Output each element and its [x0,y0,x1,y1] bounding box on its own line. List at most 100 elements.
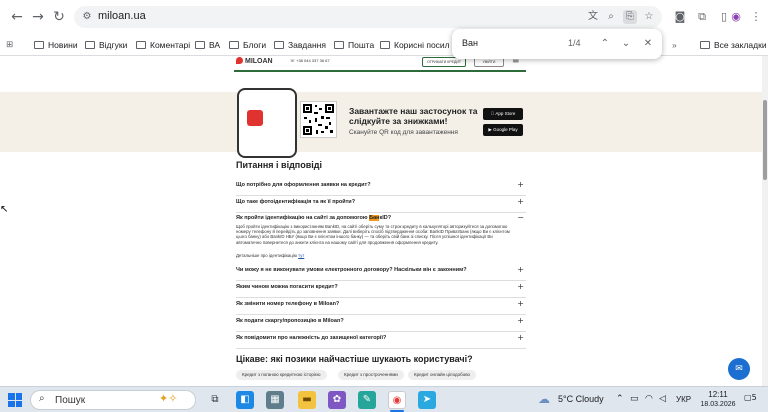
faq-question[interactable]: Що таке фотоідентифікація та як її пройт… [236,197,526,213]
profile-avatar-icon[interactable]: ◉ [728,9,744,25]
faq-question[interactable]: Що потрібно для оформлення заявки на кре… [236,180,526,196]
clock-date[interactable]: 18.03.2026 [696,401,740,408]
bookmark-folder[interactable]: Пошта [334,38,374,52]
windows-start-icon[interactable] [8,393,22,407]
find-next-icon[interactable]: ⌄ [619,37,633,51]
expand-icon[interactable]: + [517,333,524,342]
battery-icon[interactable]: ▭ [630,394,639,404]
faq-question[interactable]: Як змінити номер телефону в Miloan? + [236,299,526,315]
folder-icon [380,41,390,49]
copilot-app-icon[interactable]: ✿ [328,391,346,409]
bookmark-folder[interactable]: Корисні посилання [380,38,450,52]
back-icon[interactable]: ← [8,8,26,26]
faq-question[interactable]: Чи можу я не виконувати умови електронно… [236,265,526,281]
chat-widget-icon[interactable]: ✉ [728,358,750,380]
folder-icon [136,41,146,49]
mouse-cursor-icon: ↖ [0,204,9,215]
web-page: MILOAN ☏ +38 044 337 36 67 ОТРИМАТИ КРЕД… [0,56,768,386]
expand-icon[interactable]: + [517,197,524,206]
logo-mark-icon [236,57,243,64]
cloud-icon[interactable]: ☁ [538,392,550,406]
folder-icon [229,41,239,49]
find-match-count: 1/4 [568,38,581,48]
banner-subtitle: Скануйте QR код для завантаження [349,129,458,136]
folder-icon [274,41,284,49]
windows-taskbar: ⌕ Пошук ✦✧ ⧉ ◧ ▦ ▬ ✿ ✎ ◉ ➤ ☁ 5°C Cloudy … [0,386,768,412]
extensions-icon[interactable]: ⧉ [694,9,710,25]
expand-icon[interactable]: + [517,299,524,308]
menu-dots-icon[interactable]: ⋮ [748,9,764,25]
collapse-icon[interactable]: − [517,213,524,222]
phone-mockup-image [237,88,297,158]
folder-icon [334,41,344,49]
calculator-app-icon[interactable]: ▦ [266,391,284,409]
bookmark-folder[interactable]: Відгуки [85,38,127,52]
site-logo[interactable]: MILOAN [236,57,273,65]
faq-answer: Щоб пройти ідентифікацію з використанням… [236,224,510,245]
bookmark-folder[interactable]: Блоги [229,38,266,52]
file-explorer-icon[interactable]: ▬ [298,391,316,409]
site-info-icon[interactable]: ⚙ [80,10,94,24]
notes-app-icon[interactable]: ✎ [358,391,376,409]
search-highlight-icon: ✦✧ [159,392,178,405]
screenshot-icon[interactable]: ◙ [672,9,688,25]
folder-icon [700,41,710,49]
more-bookmarks-icon[interactable]: » [672,38,677,52]
find-input[interactable]: Ван [462,38,478,48]
find-in-page-bar: Ван 1/4 ⌃ ⌄ ✕ [452,29,662,59]
folder-icon [85,41,95,49]
tray-overflow-icon[interactable]: ⌃ [616,394,624,404]
apps-grid-icon[interactable]: ⊞ [6,38,13,52]
telegram-app-icon[interactable]: ➤ [418,391,436,409]
google-play-button[interactable]: ▶ Google Play [483,124,523,136]
scroll-thumb[interactable] [763,100,767,180]
bookmark-folder[interactable]: ВА [195,38,220,52]
popular-loans-title: Цікаве: які позики найчастіше шукають ко… [236,354,473,364]
phone-number[interactable]: ☏ +38 044 337 36 67 [290,58,330,63]
faq-title: Питання і відповіді [236,160,322,170]
loan-tag-chip[interactable]: Кредит онлайн цілодобово [408,370,477,380]
faq-question[interactable]: Як повідомити про належність до захищено… [236,333,526,349]
taskbar-search[interactable]: ⌕ Пошук ✦✧ [30,390,196,410]
clock-time[interactable]: 12:11 [700,390,736,399]
volume-icon[interactable]: ◁ [659,394,666,404]
wifi-icon[interactable]: ◠ [645,394,653,404]
expand-icon[interactable]: + [517,316,524,325]
bookmark-folder[interactable]: Коментарі [136,38,190,52]
faq-question[interactable]: Яким чином можна погасити кредит? + [236,282,526,298]
folder-icon [34,41,44,49]
page-scrollbar[interactable] [762,56,768,386]
reload-icon[interactable]: ↻ [50,8,68,26]
bookmark-folder[interactable]: Новини [34,38,78,52]
app-store-button[interactable]:  App Store [483,108,523,120]
bookmark-star-icon[interactable]: ☆ [642,10,656,24]
expand-icon[interactable]: + [517,265,524,274]
loan-tag-chip[interactable]: Кредит з поганою кредитною історією [236,370,327,380]
language-indicator[interactable]: УКР [676,395,691,404]
weather-text[interactable]: 5°C Cloudy [558,394,604,404]
all-bookmarks[interactable]: Все закладки [700,38,767,52]
find-close-icon[interactable]: ✕ [641,37,655,51]
translate-icon[interactable]: 文 [586,10,600,24]
bookmark-folder[interactable]: Завдання [274,38,326,52]
zoom-icon[interactable]: ⌕ [604,10,618,24]
find-previous-icon[interactable]: ⌃ [598,37,612,51]
find-icon[interactable]: ⎘ [623,10,637,24]
url-text[interactable]: miloan.ua [98,10,146,22]
folder-icon [195,41,205,49]
banner-title: Завантажте наш застосунок та слідкуйте з… [349,106,478,126]
forward-icon[interactable]: → [29,8,47,26]
address-bar[interactable]: ⚙ miloan.ua 文 ⌕ ⎘ ☆ [74,6,662,28]
chrome-app-icon[interactable]: ◉ [388,391,406,409]
search-icon: ⌕ [39,393,45,404]
store-app-icon[interactable]: ◧ [236,391,254,409]
faq-question[interactable]: Як подати скаргу/пропозицію в Miloan? + [236,316,526,332]
expand-icon[interactable]: + [517,180,524,189]
faq-details-link[interactable]: тут [298,253,304,258]
faq-details: Детальніше про ідентифікацію тут [236,253,305,258]
notifications-badge[interactable]: ▢5 [744,393,757,402]
expand-icon[interactable]: + [517,282,524,291]
loan-tag-chip[interactable]: Кредит з простроченнями [338,370,404,380]
app-logo-icon [247,110,263,126]
task-view-icon[interactable]: ⧉ [206,391,224,409]
